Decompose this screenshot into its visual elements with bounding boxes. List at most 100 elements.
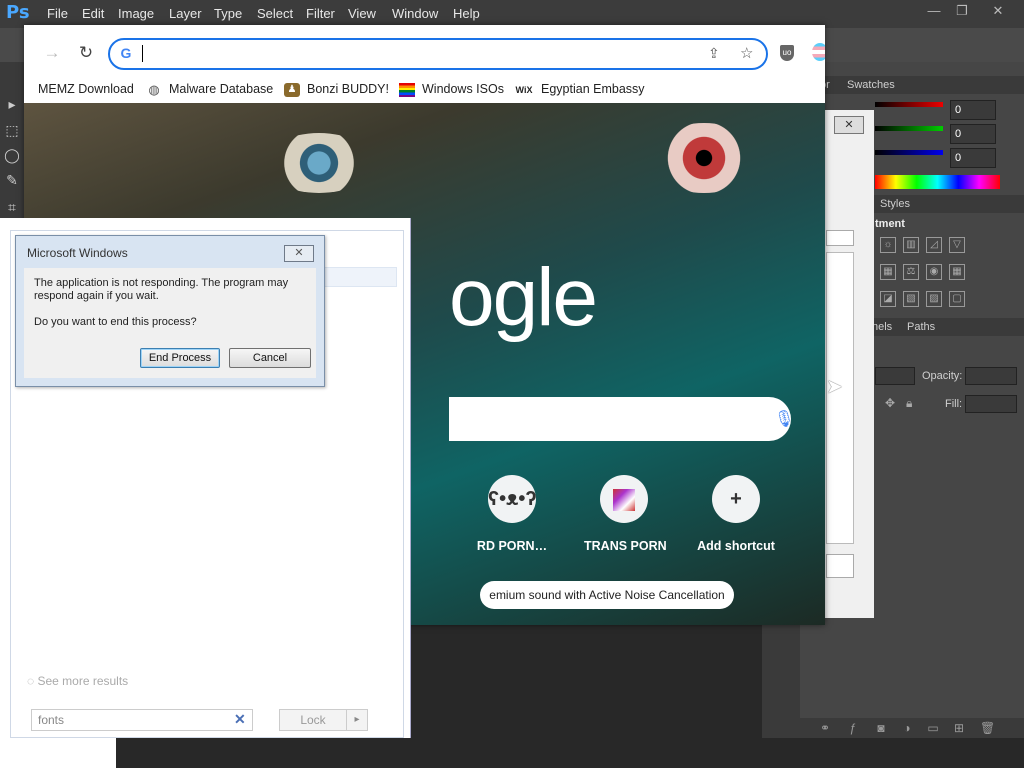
menu-view[interactable]: View	[348, 6, 376, 21]
google-logo: ogle	[449, 252, 598, 343]
tab-channels[interactable]: nels	[872, 321, 892, 333]
see-more-results-link[interactable]: ◌ See more results	[27, 674, 128, 688]
address-bar[interactable]: G ⇪ ☆	[108, 38, 768, 70]
curves-icon[interactable]: ◿	[926, 237, 942, 253]
menu-edit[interactable]: Edit	[82, 6, 104, 21]
lock-all-icon[interactable]: 🔒︎	[906, 396, 912, 411]
group-icon[interactable]: ▭	[926, 721, 940, 735]
add-shortcut[interactable]: + Add shortcut	[696, 475, 776, 553]
fill-input[interactable]	[965, 395, 1017, 413]
reload-icon[interactable]: ↻	[76, 43, 96, 63]
dialog-body: The application is not responding. The p…	[24, 268, 316, 378]
color-spectrum[interactable]	[875, 175, 1000, 189]
posterize-icon[interactable]: ▧	[903, 291, 919, 307]
blue-value[interactable]: 0	[950, 148, 996, 168]
bookmark-memz[interactable]: MEMZ Download	[38, 82, 134, 96]
bookmark-egypt-label: Egyptian Embassy	[541, 82, 645, 96]
forward-arrow-icon[interactable]: →	[42, 43, 62, 63]
restore-icon[interactable]: ❐	[950, 2, 974, 20]
tab-styles[interactable]: Styles	[880, 198, 910, 210]
tab-swatches[interactable]: Swatches	[847, 79, 895, 91]
blend-mode-select[interactable]	[875, 367, 915, 385]
see-more-label: See more results	[37, 674, 129, 688]
levels-icon[interactable]: ▥	[903, 237, 919, 253]
menu-select[interactable]: Select	[257, 6, 293, 21]
background-dialog	[823, 110, 874, 618]
layers-bottom-bar: ⚭ ƒ ◙ ◑ ▭ ⊞ 🗑︎	[800, 718, 1024, 738]
marquee-tool-icon[interactable]: ⬚	[4, 122, 20, 138]
shortcut-1[interactable]: ʕ•ᴥ•ʔ RD PORN…	[472, 475, 552, 553]
red-slider[interactable]	[875, 102, 943, 107]
not-responding-dialog: Microsoft Windows ✕ The application is n…	[15, 235, 325, 387]
menu-layer[interactable]: Layer	[169, 6, 202, 21]
dialog-message: The application is not responding. The p…	[34, 277, 289, 302]
star-icon[interactable]: ☆	[740, 44, 753, 62]
menu-image[interactable]: Image	[118, 6, 154, 21]
rainbow-flag-icon	[399, 82, 415, 97]
bookmark-bonzi-label: Bonzi BUDDY!	[307, 82, 389, 96]
shutdown-arrow-icon[interactable]: ▸	[346, 709, 368, 731]
link-icon[interactable]: ⚭	[818, 721, 832, 735]
color-lookup-icon[interactable]: ▦	[949, 264, 965, 280]
blue-slider[interactable]	[875, 150, 943, 155]
search-more-icon: ◌	[27, 674, 38, 688]
dialog-title: Microsoft Windows	[27, 246, 128, 260]
move-tool-icon[interactable]: ▸	[4, 96, 20, 112]
shortcut-2-label: TRANS PORN	[584, 539, 667, 553]
bookmark-windows-isos[interactable]: Windows ISOs	[399, 82, 504, 97]
microphone-icon[interactable]: 🎙︎	[774, 409, 794, 429]
ublock-extension-icon[interactable]: uo	[780, 45, 794, 61]
bookmark-egyptian-embassy[interactable]: WiX Egyptian Embassy	[514, 82, 645, 97]
dialog-close-icon[interactable]: ✕	[284, 245, 314, 262]
red-value[interactable]: 0	[950, 100, 996, 120]
bear-icon: ʕ•ᴥ•ʔ	[488, 475, 537, 523]
lasso-tool-icon[interactable]: ◯	[4, 147, 20, 163]
opacity-input[interactable]	[965, 367, 1017, 385]
selective-color-icon[interactable]: ▢	[949, 291, 965, 307]
cancel-button[interactable]: Cancel	[229, 348, 311, 368]
menu-filter[interactable]: Filter	[306, 6, 335, 21]
channel-mixer-icon[interactable]: ◉	[926, 264, 942, 280]
trash-icon[interactable]: 🗑︎	[980, 721, 995, 735]
adjustment-layer-icon[interactable]: ◑	[900, 721, 914, 735]
threshold-icon[interactable]: ▨	[926, 291, 942, 307]
brightness-icon[interactable]: ☼	[880, 237, 896, 253]
bookmark-malware-database[interactable]: ◍ Malware Database	[146, 82, 273, 97]
menu-window[interactable]: Window	[392, 6, 438, 21]
google-g-icon: G	[120, 45, 132, 61]
background-dialog-list	[826, 252, 854, 544]
quick-select-tool-icon[interactable]: ✎	[4, 172, 20, 188]
dark-artifact	[116, 738, 1024, 768]
menu-file[interactable]: File	[47, 6, 68, 21]
menu-help[interactable]: Help	[453, 6, 480, 21]
lock-position-icon[interactable]: ✥	[885, 396, 895, 410]
bonzi-icon: ♟	[284, 82, 300, 97]
mask-icon[interactable]: ◙	[874, 721, 888, 735]
menu-type[interactable]: Type	[214, 6, 242, 21]
green-value[interactable]: 0	[950, 124, 996, 144]
tab-paths[interactable]: Paths	[907, 321, 935, 333]
green-slider[interactable]	[875, 126, 943, 131]
color-balance-icon[interactable]: ⚖	[903, 264, 919, 280]
background-dialog-button[interactable]	[826, 554, 854, 578]
invert-icon[interactable]: ◪	[880, 291, 896, 307]
hue-icon[interactable]: ▦	[880, 264, 896, 280]
fx-icon[interactable]: ƒ	[846, 721, 860, 735]
end-process-button[interactable]: End Process	[140, 348, 220, 368]
close-icon[interactable]: ✕	[986, 2, 1010, 20]
fill-label: Fill:	[945, 398, 963, 410]
promo-banner[interactable]: emium sound with Active Noise Cancellati…	[480, 581, 734, 609]
gradient-map-icon[interactable]: ▽	[949, 237, 965, 253]
crop-tool-icon[interactable]: ⌗	[4, 199, 20, 215]
bookmark-bonzi[interactable]: ♟ Bonzi BUDDY!	[284, 82, 389, 97]
minimize-icon[interactable]: —	[922, 2, 946, 20]
new-layer-icon[interactable]: ⊞	[952, 721, 966, 735]
lock-button[interactable]: Lock	[279, 709, 347, 731]
ntp-search-box[interactable]: 🎙︎	[449, 397, 794, 441]
profile-avatar[interactable]	[812, 43, 825, 61]
share-icon[interactable]: ⇪	[708, 45, 720, 62]
shortcut-2[interactable]: TRANS PORN	[584, 475, 667, 553]
start-search-input[interactable]: fonts ✕	[31, 709, 253, 731]
background-dialog-close-icon[interactable]: ✕	[834, 116, 864, 134]
clear-search-icon[interactable]: ✕	[234, 711, 246, 728]
